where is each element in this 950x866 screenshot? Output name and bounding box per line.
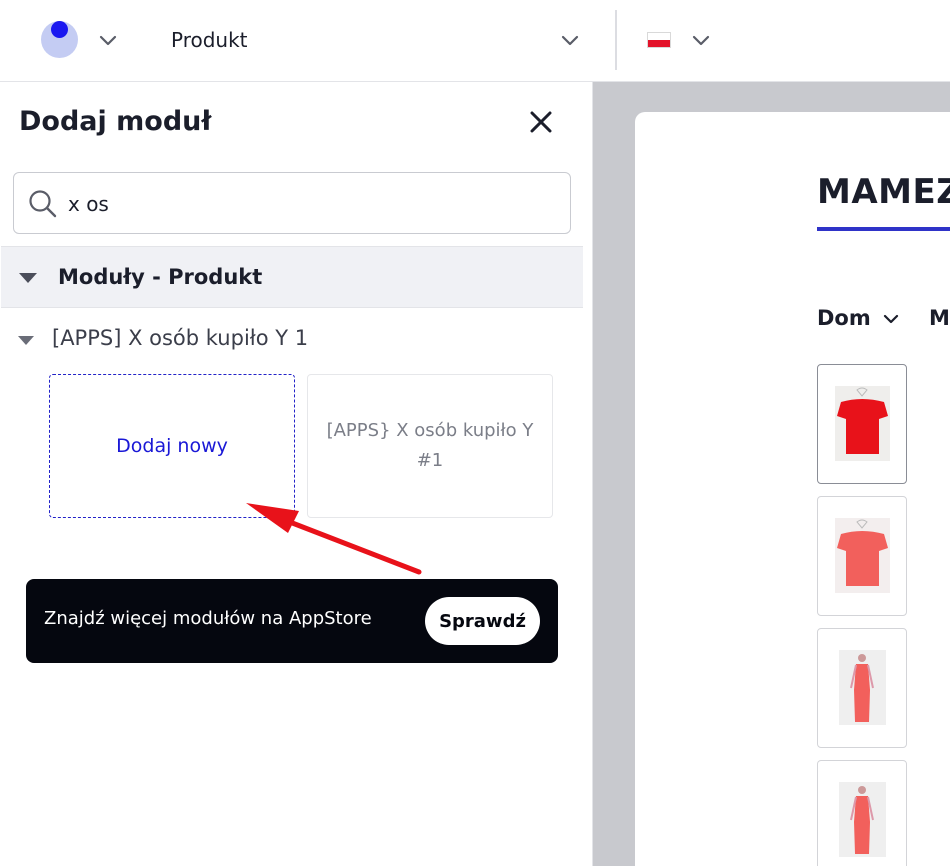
- product-thumbnail[interactable]: [817, 364, 907, 484]
- panel-title: Dodaj moduł: [19, 106, 212, 137]
- status-dot: [51, 21, 68, 38]
- subgroup-label: [APPS] X osób kupiło Y 1: [52, 326, 309, 350]
- chevron-down-icon[interactable]: [560, 30, 580, 50]
- top-bar: Produkt: [0, 0, 950, 82]
- subgroup-apps-x-osob[interactable]: [APPS] X osób kupiło Y 1: [0, 322, 583, 362]
- store-name[interactable]: MAMEZI: [817, 172, 950, 212]
- divider: [615, 10, 617, 70]
- caret-down-icon: [18, 336, 34, 345]
- chevron-down-icon[interactable]: [691, 30, 711, 50]
- module-tile-label: [APPS} X osób kupiło Y #1: [326, 420, 534, 471]
- store-name-underline: [817, 227, 950, 231]
- page-selector-label[interactable]: Produkt: [171, 28, 248, 52]
- product-image: [835, 386, 890, 461]
- appstore-text: Znajdź więcej modułów na AppStore: [44, 608, 372, 629]
- chevron-down-icon[interactable]: [98, 30, 118, 50]
- nav-item-dom[interactable]: Dom: [817, 306, 900, 330]
- avatar[interactable]: [41, 21, 78, 58]
- product-thumbnail[interactable]: [817, 496, 907, 616]
- group-header-moduly-produkt[interactable]: Moduły - Produkt: [1, 246, 583, 308]
- product-image: [835, 518, 890, 593]
- search-input[interactable]: [68, 185, 548, 223]
- group-label: Moduły - Produkt: [58, 265, 263, 289]
- add-new-module-tile[interactable]: Dodaj nowy: [49, 374, 295, 518]
- preview-canvas: [635, 112, 950, 866]
- check-appstore-button[interactable]: Sprawdź: [425, 597, 540, 645]
- nav-item-label: Dom: [817, 306, 871, 330]
- product-image: [839, 782, 886, 857]
- close-icon[interactable]: [527, 108, 555, 136]
- nav-item-more[interactable]: Mo: [929, 306, 950, 330]
- module-tile[interactable]: [APPS} X osób kupiło Y #1: [307, 374, 553, 518]
- search-icon: [28, 189, 58, 219]
- product-thumbnail[interactable]: [817, 628, 907, 748]
- caret-down-icon: [19, 273, 37, 283]
- appstore-banner: Znajdź więcej modułów na AppStore Sprawd…: [26, 579, 558, 663]
- product-image: [839, 650, 886, 725]
- poland-flag-icon[interactable]: [647, 32, 671, 48]
- add-new-label: Dodaj nowy: [116, 435, 228, 457]
- search-field[interactable]: [13, 172, 571, 234]
- product-thumbnail[interactable]: [817, 760, 907, 866]
- add-module-panel: Dodaj moduł Moduły - Produkt [APPS] X os…: [0, 82, 593, 866]
- chevron-down-icon: [883, 314, 899, 324]
